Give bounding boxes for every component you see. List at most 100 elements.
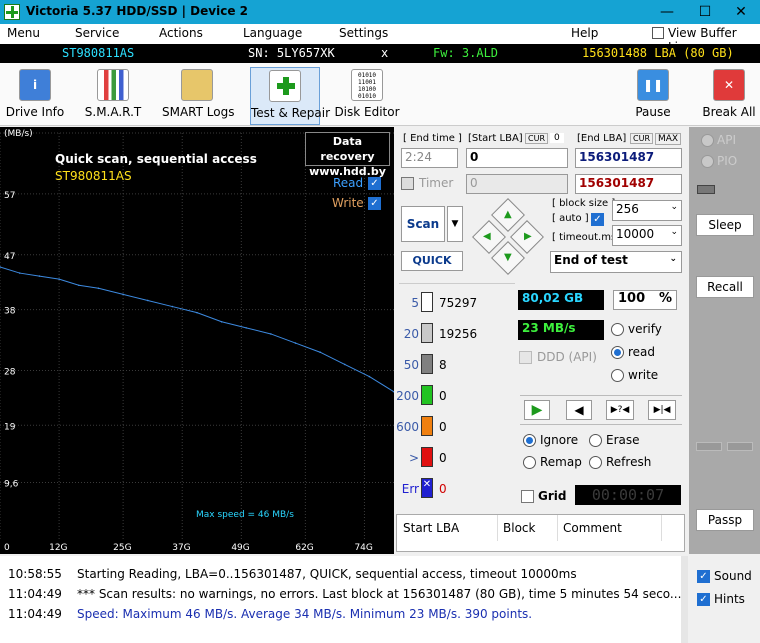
- pio-radio[interactable]: [701, 155, 714, 168]
- block-size-label: [ block size ]: [552, 198, 616, 209]
- scan-button[interactable]: Scan: [401, 206, 445, 242]
- data-recovery-box[interactable]: Data recovery www.hdd.by: [305, 132, 390, 178]
- close-device-x[interactable]: x: [381, 46, 388, 60]
- end-lba-field[interactable]: 156301487: [575, 148, 682, 168]
- close-button[interactable]: ✕: [724, 2, 758, 22]
- skip-end-icon[interactable]: ▶|◀: [648, 400, 676, 420]
- menu-item-service[interactable]: Service: [75, 26, 119, 40]
- menu-item-actions[interactable]: Actions: [159, 26, 203, 40]
- play-icon[interactable]: ▶: [524, 400, 550, 420]
- sound-checkbox[interactable]: ✓: [697, 570, 710, 583]
- rewind-icon[interactable]: ◀: [566, 400, 592, 420]
- drive-info-button[interactable]: i Drive Info: [0, 67, 70, 125]
- start-zero-button[interactable]: 0: [550, 133, 564, 143]
- break-all-button[interactable]: ✕ Break All: [694, 67, 760, 125]
- passp-button[interactable]: Passp: [696, 509, 754, 531]
- counter-label: 600: [396, 420, 419, 434]
- counter-value: 0: [439, 389, 447, 403]
- log-scrollbar[interactable]: [681, 556, 688, 643]
- control-panel: [ End time ] [Start LBA] CUR 0 [End LBA]…: [395, 127, 687, 554]
- menu-item-language[interactable]: Language: [243, 26, 302, 40]
- write-legend: Write: [332, 196, 364, 210]
- toolbar: i Drive Info S.M.A.R.T SMART Logs Test &…: [0, 63, 760, 126]
- sleep-button[interactable]: Sleep: [696, 214, 754, 236]
- x-tick-label: 12G: [49, 543, 67, 553]
- start-cur-button[interactable]: CUR: [525, 133, 548, 144]
- read-series-point: [122, 293, 124, 296]
- menu-item-settings[interactable]: Settings: [339, 26, 388, 40]
- end-max-button[interactable]: MAX: [655, 133, 682, 145]
- timer-checkbox[interactable]: [401, 177, 414, 190]
- counter-label: 200: [396, 389, 419, 403]
- block-size-value: 256: [616, 202, 639, 216]
- pause-button[interactable]: ❚❚ Pause: [618, 67, 688, 125]
- maximize-button[interactable]: ☐: [688, 2, 722, 22]
- x-tick-label: 49G: [231, 543, 249, 553]
- drive-model: ST980811AS: [62, 46, 135, 60]
- read-label: read: [628, 345, 656, 359]
- read-series-point: [171, 305, 174, 308]
- disk-editor-button[interactable]: 01010 11001 10100 01010 Disk Editor: [332, 67, 402, 125]
- view-buffer-icon[interactable]: [652, 27, 664, 39]
- erase-radio[interactable]: [589, 434, 602, 447]
- end-of-test-select[interactable]: End of test ⌄: [550, 251, 682, 273]
- timer-label: Timer: [419, 176, 454, 190]
- test-repair-button[interactable]: Test & Repair: [250, 67, 330, 125]
- quick-button[interactable]: QUICK: [401, 251, 463, 271]
- ignore-radio[interactable]: [523, 434, 536, 447]
- counter-value: 0: [439, 451, 447, 465]
- skip-unknown-icon[interactable]: ▶?◀: [606, 400, 634, 420]
- counter-value: 19256: [439, 327, 478, 341]
- grid-checkbox[interactable]: [521, 490, 534, 503]
- log-panel[interactable]: 10:58:55 Starting Reading, LBA=0..1563014…: [0, 556, 688, 643]
- menu-item-menu[interactable]: Menu: [7, 26, 40, 40]
- end-time-field[interactable]: 2:24: [401, 148, 458, 168]
- end-lba-field-2[interactable]: 156301487: [575, 174, 682, 194]
- auto-checkbox[interactable]: ✓: [591, 213, 604, 226]
- disk-editor-label: Disk Editor: [334, 105, 400, 119]
- remap-radio[interactable]: [523, 456, 536, 469]
- x-tick-label: 62G: [295, 543, 313, 553]
- up-glyph: ▲: [504, 209, 512, 220]
- verify-radio[interactable]: [611, 323, 624, 336]
- hints-checkbox[interactable]: ✓: [697, 593, 710, 606]
- read-checkbox[interactable]: ✓: [368, 177, 381, 190]
- chevron-down-icon: ⌄: [670, 227, 678, 237]
- counters: 5 75297 20 19256 50 8 200 0 600 0 >0 Err ✕ 0: [396, 283, 515, 505]
- column-block[interactable]: Block: [503, 521, 535, 535]
- gb-display: 80,02 GB: [518, 290, 604, 310]
- column-comment[interactable]: Comment: [563, 521, 622, 535]
- start-lba-field[interactable]: 0: [466, 148, 568, 168]
- write-checkbox[interactable]: ✓: [368, 197, 381, 210]
- scan-dropdown-icon[interactable]: ▼: [447, 206, 463, 242]
- api-radio[interactable]: [701, 134, 714, 147]
- smart-button[interactable]: S.M.A.R.T: [78, 67, 148, 125]
- read-radio[interactable]: [611, 346, 624, 359]
- counter-value: 0: [439, 482, 447, 496]
- y-tick-label: 47: [4, 252, 15, 262]
- timeout-select[interactable]: 10000 ⌄: [612, 225, 682, 246]
- minimize-button[interactable]: —: [650, 2, 684, 22]
- read-series-point: [38, 275, 41, 277]
- end-cur-button[interactable]: CUR: [630, 133, 653, 144]
- speed-display: 23 MB/s: [518, 320, 604, 340]
- smart-logs-button[interactable]: SMART Logs: [162, 67, 234, 125]
- erase-label: Erase: [606, 433, 640, 447]
- counter-swatch: [421, 447, 433, 467]
- recall-button[interactable]: Recall: [696, 276, 754, 298]
- ddd-checkbox[interactable]: [519, 351, 532, 364]
- column-start-lba[interactable]: Start LBA: [403, 521, 459, 535]
- timer-field[interactable]: 0: [466, 174, 568, 194]
- refresh-radio[interactable]: [589, 456, 602, 469]
- y-tick-label: 9,6: [4, 480, 19, 490]
- block-size-select[interactable]: 256 ⌄: [612, 200, 682, 221]
- ignore-label: Ignore: [540, 433, 579, 447]
- right-glyph: ▶: [524, 231, 532, 242]
- hints-label: Hints: [714, 592, 745, 606]
- write-radio[interactable]: [611, 369, 624, 382]
- timeout-value: 10000: [616, 227, 655, 241]
- counter-value: 8: [439, 358, 447, 372]
- defects-table[interactable]: Start LBA Block Comment: [396, 514, 685, 552]
- direction-pad[interactable]: ▲ ◀ ▶ ▼: [472, 198, 544, 275]
- menu-item-help[interactable]: Help: [571, 26, 598, 40]
